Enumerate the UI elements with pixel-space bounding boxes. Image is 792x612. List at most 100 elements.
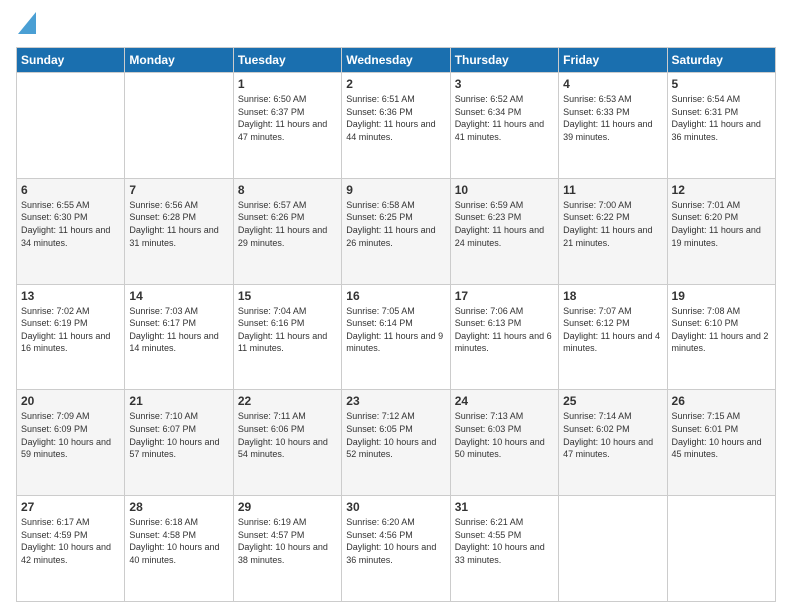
calendar-cell: 29 Sunrise: 6:19 AM Sunset: 4:57 PM Dayli… — [233, 496, 341, 602]
calendar-cell: 17 Sunrise: 7:06 AM Sunset: 6:13 PM Dayli… — [450, 284, 558, 390]
day-info: Sunrise: 7:03 AM Sunset: 6:17 PM Dayligh… — [129, 305, 228, 355]
day-info: Sunrise: 7:08 AM Sunset: 6:10 PM Dayligh… — [672, 305, 771, 355]
calendar-cell: 9 Sunrise: 6:58 AM Sunset: 6:25 PM Daylig… — [342, 178, 450, 284]
day-number: 23 — [346, 394, 445, 408]
day-info: Sunrise: 7:12 AM Sunset: 6:05 PM Dayligh… — [346, 410, 445, 460]
calendar-cell: 16Sunrise: 7:05 AM Sunset: 6:14 PM Dayli… — [342, 284, 450, 390]
header-sunday: Sunday — [17, 48, 125, 73]
calendar-cell: 28 Sunrise: 6:18 AM Sunset: 4:58 PM Dayli… — [125, 496, 233, 602]
header-monday: Monday — [125, 48, 233, 73]
day-info: Sunrise: 7:00 AM Sunset: 6:22 PM Dayligh… — [563, 199, 662, 249]
calendar-cell: 7Sunrise: 6:56 AM Sunset: 6:28 PM Daylig… — [125, 178, 233, 284]
calendar-cell: 23 Sunrise: 7:12 AM Sunset: 6:05 PM Dayli… — [342, 390, 450, 496]
day-info: Sunrise: 6:57 AM Sunset: 6:26 PM Dayligh… — [238, 199, 337, 249]
header-thursday: Thursday — [450, 48, 558, 73]
header-tuesday: Tuesday — [233, 48, 341, 73]
day-info: Sunrise: 6:20 AM Sunset: 4:56 PM Dayligh… — [346, 516, 445, 566]
day-number: 9 — [346, 183, 445, 197]
day-info: Sunrise: 7:13 AM Sunset: 6:03 PM Dayligh… — [455, 410, 554, 460]
day-number: 6 — [21, 183, 120, 197]
calendar-cell: 26 Sunrise: 7:15 AM Sunset: 6:01 PM Dayli… — [667, 390, 775, 496]
calendar-cell: 4 Sunrise: 6:53 AM Sunset: 6:33 PM Daylig… — [559, 73, 667, 179]
calendar-cell: 10 Sunrise: 6:59 AM Sunset: 6:23 PM Dayli… — [450, 178, 558, 284]
day-number: 30 — [346, 500, 445, 514]
day-number: 12 — [672, 183, 771, 197]
day-headers: Sunday Monday Tuesday Wednesday Thursday… — [17, 48, 776, 73]
calendar-cell: 30 Sunrise: 6:20 AM Sunset: 4:56 PM Dayli… — [342, 496, 450, 602]
day-number: 22 — [238, 394, 337, 408]
calendar-cell: 6 Sunrise: 6:55 AM Sunset: 6:30 PM Daylig… — [17, 178, 125, 284]
calendar-cell: 31 Sunrise: 6:21 AM Sunset: 4:55 PM Dayli… — [450, 496, 558, 602]
day-number: 19 — [672, 289, 771, 303]
day-number: 5 — [672, 77, 771, 91]
day-info: Sunrise: 6:58 AM Sunset: 6:25 PM Dayligh… — [346, 199, 445, 249]
day-number: 1 — [238, 77, 337, 91]
calendar-cell: 11 Sunrise: 7:00 AM Sunset: 6:22 PM Dayli… — [559, 178, 667, 284]
calendar-cell: 1 Sunrise: 6:50 AM Sunset: 6:37 PM Daylig… — [233, 73, 341, 179]
calendar-cell: 18 Sunrise: 7:07 AM Sunset: 6:12 PM Dayli… — [559, 284, 667, 390]
day-number: 25 — [563, 394, 662, 408]
header — [16, 16, 776, 39]
day-info: Sunrise: 7:14 AM Sunset: 6:02 PM Dayligh… — [563, 410, 662, 460]
day-number: 18 — [563, 289, 662, 303]
day-number: 14 — [129, 289, 228, 303]
calendar-cell: 19 Sunrise: 7:08 AM Sunset: 6:10 PM Dayli… — [667, 284, 775, 390]
calendar-cell: 25 Sunrise: 7:14 AM Sunset: 6:02 PM Dayli… — [559, 390, 667, 496]
day-number: 13 — [21, 289, 120, 303]
day-number: 2 — [346, 77, 445, 91]
calendar-cell: 12Sunrise: 7:01 AM Sunset: 6:20 PM Dayli… — [667, 178, 775, 284]
day-info: Sunrise: 6:51 AM Sunset: 6:36 PM Dayligh… — [346, 93, 445, 143]
calendar-cell: 14 Sunrise: 7:03 AM Sunset: 6:17 PM Dayli… — [125, 284, 233, 390]
day-info: Sunrise: 6:50 AM Sunset: 6:37 PM Dayligh… — [238, 93, 337, 143]
day-info: Sunrise: 6:59 AM Sunset: 6:23 PM Dayligh… — [455, 199, 554, 249]
logo — [16, 16, 36, 39]
day-number: 31 — [455, 500, 554, 514]
calendar-cell: 22 Sunrise: 7:11 AM Sunset: 6:06 PM Dayli… — [233, 390, 341, 496]
calendar-cell — [125, 73, 233, 179]
day-info: Sunrise: 6:17 AM Sunset: 4:59 PM Dayligh… — [21, 516, 120, 566]
calendar-cell: 8 Sunrise: 6:57 AM Sunset: 6:26 PM Daylig… — [233, 178, 341, 284]
calendar-cell: 5 Sunrise: 6:54 AM Sunset: 6:31 PM Daylig… — [667, 73, 775, 179]
day-number: 4 — [563, 77, 662, 91]
day-info: Sunrise: 6:53 AM Sunset: 6:33 PM Dayligh… — [563, 93, 662, 143]
day-number: 15 — [238, 289, 337, 303]
calendar: Sunday Monday Tuesday Wednesday Thursday… — [16, 47, 776, 602]
day-number: 24 — [455, 394, 554, 408]
day-number: 26 — [672, 394, 771, 408]
calendar-cell — [667, 496, 775, 602]
day-info: Sunrise: 7:09 AM Sunset: 6:09 PM Dayligh… — [21, 410, 120, 460]
day-number: 11 — [563, 183, 662, 197]
calendar-cell: 20Sunrise: 7:09 AM Sunset: 6:09 PM Dayli… — [17, 390, 125, 496]
day-info: Sunrise: 6:54 AM Sunset: 6:31 PM Dayligh… — [672, 93, 771, 143]
day-info: Sunrise: 6:18 AM Sunset: 4:58 PM Dayligh… — [129, 516, 228, 566]
logo-triangle — [18, 12, 36, 39]
day-number: 8 — [238, 183, 337, 197]
day-info: Sunrise: 6:19 AM Sunset: 4:57 PM Dayligh… — [238, 516, 337, 566]
day-info: Sunrise: 7:07 AM Sunset: 6:12 PM Dayligh… — [563, 305, 662, 355]
calendar-cell — [559, 496, 667, 602]
day-number: 3 — [455, 77, 554, 91]
day-info: Sunrise: 7:04 AM Sunset: 6:16 PM Dayligh… — [238, 305, 337, 355]
day-info: Sunrise: 6:21 AM Sunset: 4:55 PM Dayligh… — [455, 516, 554, 566]
day-info: Sunrise: 7:11 AM Sunset: 6:06 PM Dayligh… — [238, 410, 337, 460]
day-number: 27 — [21, 500, 120, 514]
day-number: 29 — [238, 500, 337, 514]
calendar-cell: 13 Sunrise: 7:02 AM Sunset: 6:19 PM Dayli… — [17, 284, 125, 390]
day-info: Sunrise: 7:02 AM Sunset: 6:19 PM Dayligh… — [21, 305, 120, 355]
day-number: 17 — [455, 289, 554, 303]
calendar-cell — [17, 73, 125, 179]
day-number: 21 — [129, 394, 228, 408]
page: Sunday Monday Tuesday Wednesday Thursday… — [0, 0, 792, 612]
day-info: Sunrise: 7:06 AM Sunset: 6:13 PM Dayligh… — [455, 305, 554, 355]
day-info: Sunrise: 6:56 AM Sunset: 6:28 PM Dayligh… — [129, 199, 228, 249]
calendar-cell: 27 Sunrise: 6:17 AM Sunset: 4:59 PM Dayli… — [17, 496, 125, 602]
day-info: Sunrise: 7:15 AM Sunset: 6:01 PM Dayligh… — [672, 410, 771, 460]
day-info: Sunrise: 6:55 AM Sunset: 6:30 PM Dayligh… — [21, 199, 120, 249]
calendar-cell: 3Sunrise: 6:52 AM Sunset: 6:34 PM Daylig… — [450, 73, 558, 179]
day-number: 28 — [129, 500, 228, 514]
calendar-cell: 21 Sunrise: 7:10 AM Sunset: 6:07 PM Dayli… — [125, 390, 233, 496]
day-info: Sunrise: 7:10 AM Sunset: 6:07 PM Dayligh… — [129, 410, 228, 460]
calendar-cell: 15 Sunrise: 7:04 AM Sunset: 6:16 PM Dayli… — [233, 284, 341, 390]
day-number: 10 — [455, 183, 554, 197]
header-wednesday: Wednesday — [342, 48, 450, 73]
